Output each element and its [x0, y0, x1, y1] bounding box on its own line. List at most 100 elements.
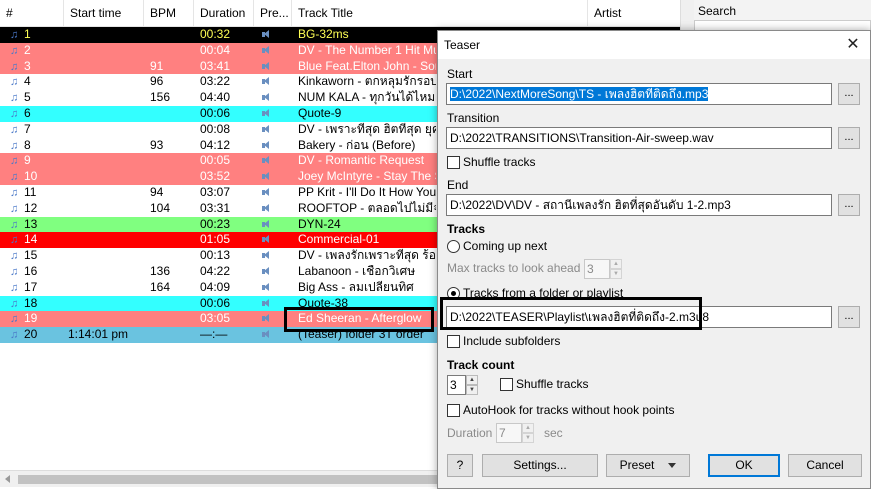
speaker-icon[interactable]: [262, 45, 272, 55]
row-number: 4: [24, 74, 31, 89]
spin-up-icon[interactable]: ▲: [522, 423, 534, 433]
preview-cell[interactable]: [258, 153, 292, 169]
preview-cell[interactable]: [258, 27, 292, 43]
speaker-icon[interactable]: [262, 235, 272, 244]
preview-cell[interactable]: [258, 280, 292, 296]
speaker-icon[interactable]: [262, 93, 272, 102]
preview-cell[interactable]: [258, 201, 292, 217]
start-browse-button[interactable]: ...: [838, 83, 860, 105]
speaker-icon[interactable]: [262, 30, 272, 39]
end-label: End: [447, 178, 469, 192]
preview-cell[interactable]: [258, 74, 292, 90]
preview-cell[interactable]: [258, 90, 292, 106]
start-path-field[interactable]: D:\2022\NextMoreSong\TS - เพลงฮิตที่ติดถ…: [446, 83, 832, 105]
speaker-icon[interactable]: [262, 219, 272, 229]
track-count-spinner[interactable]: ▲ ▼: [466, 375, 478, 395]
folder-path-field[interactable]: D:\2022\TEASER\Playlist\เพลงฮิตที่ติดถึง…: [446, 306, 832, 328]
cancel-button[interactable]: Cancel: [788, 454, 862, 477]
speaker-icon[interactable]: [262, 108, 272, 118]
speaker-icon[interactable]: [262, 61, 272, 71]
speaker-icon[interactable]: [262, 266, 272, 276]
end-browse-button[interactable]: ...: [838, 194, 860, 216]
row-bpm: [148, 122, 196, 138]
preview-cell[interactable]: [258, 217, 292, 233]
col-header-preview[interactable]: Pre...: [254, 0, 292, 27]
preview-cell[interactable]: [258, 59, 292, 75]
col-header-number[interactable]: #: [0, 0, 64, 27]
row-duration: 03:07: [200, 184, 231, 199]
spin-up-icon[interactable]: ▲: [610, 259, 622, 269]
speaker-icon[interactable]: [262, 172, 272, 181]
preview-cell[interactable]: [258, 185, 292, 201]
preview-cell[interactable]: [258, 311, 292, 327]
row-number-cell: ♫ 11: [8, 185, 64, 201]
spin-down-icon[interactable]: ▼: [466, 385, 478, 395]
preview-cell[interactable]: [258, 169, 292, 185]
preset-button[interactable]: Preset: [606, 454, 690, 477]
ok-button[interactable]: OK: [708, 454, 780, 477]
row-number: 6: [24, 105, 31, 120]
duration-spinner[interactable]: ▲ ▼: [522, 423, 534, 443]
row-duration: 04:09: [200, 279, 231, 294]
music-note-icon: ♫: [10, 329, 19, 342]
col-header-bpm[interactable]: BPM: [144, 0, 194, 27]
row-bpm: [148, 296, 196, 312]
autohook-checkbox[interactable]: [447, 404, 460, 417]
speaker-icon[interactable]: [262, 156, 272, 165]
scroll-left-icon[interactable]: [5, 475, 10, 483]
duration-input[interactable]: 7: [496, 423, 522, 443]
col-header-artist[interactable]: Artist: [588, 0, 680, 27]
track-count-input[interactable]: 3: [447, 375, 466, 395]
transition-path-field[interactable]: D:\2022\TRANSITIONS\Transition-Air-sweep…: [446, 127, 832, 149]
speaker-icon[interactable]: [262, 314, 272, 323]
preview-cell[interactable]: [258, 232, 292, 248]
max-tracks-spinner[interactable]: ▲ ▼: [610, 259, 622, 279]
row-start-time: [64, 106, 144, 122]
preview-cell[interactable]: [258, 327, 292, 343]
coming-up-next-label: Coming up next: [463, 239, 548, 253]
coming-up-next-radio[interactable]: [447, 240, 460, 253]
speaker-icon[interactable]: [262, 330, 272, 339]
speaker-icon[interactable]: [262, 282, 272, 292]
speaker-icon[interactable]: [262, 251, 272, 260]
settings-button[interactable]: Settings...: [482, 454, 598, 477]
speaker-icon[interactable]: [262, 140, 272, 150]
row-number: 17: [24, 279, 38, 294]
speaker-icon[interactable]: [262, 203, 272, 213]
spin-up-icon[interactable]: ▲: [466, 375, 478, 385]
col-header-duration[interactable]: Duration: [194, 0, 254, 27]
speaker-icon[interactable]: [262, 124, 272, 134]
max-tracks-input[interactable]: 3: [584, 259, 610, 279]
preview-cell[interactable]: [258, 43, 292, 59]
col-header-start-time[interactable]: Start time: [64, 0, 144, 27]
spin-down-icon[interactable]: ▼: [610, 269, 622, 279]
folder-playlist-radio[interactable]: [447, 287, 460, 300]
col-header-track-title[interactable]: Track Title: [292, 0, 588, 27]
close-icon[interactable]: ✕: [842, 34, 864, 56]
preview-cell[interactable]: [258, 296, 292, 312]
row-track-title: DV - เพลงรักเพราะที่สุด ร้อยร้าน: [298, 248, 436, 263]
preview-cell[interactable]: [258, 248, 292, 264]
preview-cell[interactable]: [258, 122, 292, 138]
help-button[interactable]: ?: [447, 454, 473, 477]
music-note-icon: ♫: [10, 171, 19, 184]
folder-browse-button[interactable]: ...: [838, 306, 860, 328]
dialog-titlebar: Teaser ✕: [438, 31, 870, 59]
row-number-cell: ♫ 2: [8, 43, 64, 59]
speaker-icon[interactable]: [262, 187, 272, 197]
include-subfolders-checkbox[interactable]: [447, 335, 460, 348]
end-path-field[interactable]: D:\2022\DV\DV - สถานีเพลงรัก ฮิตที่สุดอั…: [446, 194, 832, 216]
row-start-time: [64, 169, 144, 185]
spin-down-icon[interactable]: ▼: [522, 433, 534, 443]
preview-cell[interactable]: [258, 138, 292, 154]
preview-cell[interactable]: [258, 264, 292, 280]
shuffle-transitions-checkbox[interactable]: [447, 156, 460, 169]
preview-cell[interactable]: [258, 106, 292, 122]
speaker-icon[interactable]: [262, 298, 272, 308]
row-start-time: [64, 74, 144, 90]
transition-browse-button[interactable]: ...: [838, 127, 860, 149]
scrollbar-thumb[interactable]: [18, 475, 438, 484]
speaker-icon[interactable]: [262, 77, 272, 86]
shuffle-tracks-checkbox[interactable]: [500, 378, 513, 391]
row-track-title: Kinkaworn - ตกหลุมรักรอบที่: [298, 74, 436, 89]
